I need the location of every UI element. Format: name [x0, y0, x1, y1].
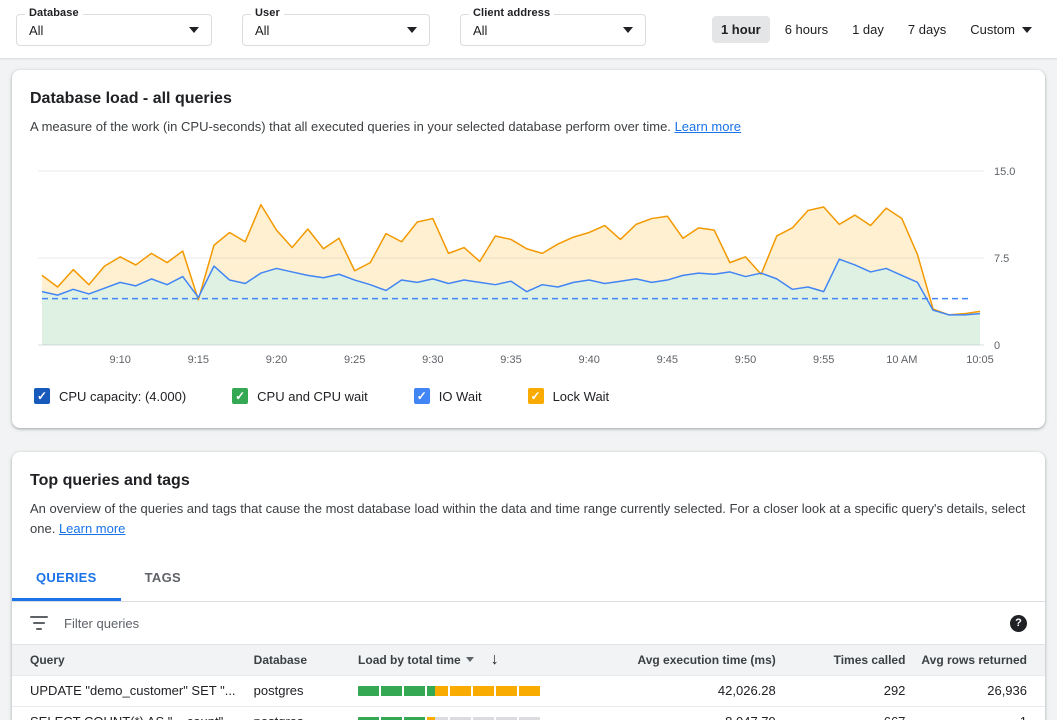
time-range-custom-label: Custom	[970, 22, 1015, 37]
chevron-down-icon	[1022, 27, 1032, 33]
legend-io-wait[interactable]: ✓ IO Wait	[414, 388, 482, 404]
queries-table: Query Database Load by total time ↓ Avg …	[12, 645, 1045, 720]
queries-tabs: QUERIES TAGS	[12, 557, 1045, 602]
chevron-down-icon	[623, 27, 633, 33]
client-address-filter-label: Client address	[469, 7, 554, 19]
time-range-selector: 1 hour 6 hours 1 day 7 days Custom	[712, 16, 1041, 43]
legend-label: Lock Wait	[553, 389, 610, 404]
load-cell	[350, 675, 588, 706]
svg-text:9:10: 9:10	[109, 354, 130, 366]
avg-execution-time-cell: 42,026.28	[588, 675, 784, 706]
column-header-avg-execution-time: Avg execution time (ms)	[588, 645, 784, 675]
svg-text:9:30: 9:30	[422, 354, 443, 366]
svg-text:9:40: 9:40	[578, 354, 599, 366]
column-header-load-by-total-time: Load by total time ↓	[350, 645, 588, 675]
column-header-avg-rows-returned: Avg rows returned	[913, 645, 1045, 675]
sort-descending-icon[interactable]: ↓	[491, 651, 499, 669]
time-range-6-hours[interactable]: 6 hours	[776, 16, 837, 43]
queries-card-description: An overview of the queries and tags that…	[30, 499, 1027, 539]
time-range-1-day[interactable]: 1 day	[843, 16, 893, 43]
database-filter-value: All	[29, 23, 43, 38]
query-cell: UPDATE "demo_customer" SET "...	[12, 675, 246, 706]
chevron-down-icon	[407, 27, 417, 33]
database-load-chart: 0 7.5 15.0 9:10 9:15 9:20 9:25 9:30 9:35 9:40 9:45…	[30, 159, 1030, 369]
legend-label: CPU capacity: (4.000)	[59, 389, 186, 404]
legend-label: IO Wait	[439, 389, 482, 404]
queries-learn-more-link[interactable]: Learn more	[59, 521, 125, 536]
query-filter-row: ?	[12, 602, 1045, 645]
database-load-card: Database load - all queries A measure of…	[12, 70, 1045, 428]
load-bar-cpu-segment	[358, 686, 435, 696]
time-range-1-hour[interactable]: 1 hour	[712, 16, 770, 43]
chevron-down-icon	[189, 27, 199, 33]
times-called-cell: 667	[784, 706, 914, 720]
svg-text:10 AM: 10 AM	[886, 354, 917, 366]
svg-text:9:50: 9:50	[735, 354, 756, 366]
tab-tags[interactable]: TAGS	[121, 557, 205, 601]
top-queries-card: Top queries and tags An overview of the …	[12, 452, 1045, 720]
time-range-7-days[interactable]: 7 days	[899, 16, 955, 43]
database-cell: postgres	[246, 706, 350, 720]
help-icon[interactable]: ?	[1010, 615, 1027, 632]
avg-rows-returned-cell: 1	[913, 706, 1045, 720]
load-bar-wait-segment	[435, 686, 542, 696]
svg-text:7.5: 7.5	[994, 253, 1009, 265]
load-column-label[interactable]: Load by total time	[358, 653, 461, 667]
load-card-title: Database load - all queries	[30, 90, 1027, 108]
filter-icon	[30, 616, 48, 630]
table-header-row: Query Database Load by total time ↓ Avg …	[12, 645, 1045, 675]
load-card-subtitle: A measure of the work (in CPU-seconds) t…	[30, 117, 1027, 137]
svg-text:15.0: 15.0	[994, 166, 1015, 178]
svg-text:9:35: 9:35	[500, 354, 521, 366]
checkbox-checked-icon[interactable]: ✓	[528, 388, 544, 404]
load-cell	[350, 706, 588, 720]
load-learn-more-link[interactable]: Learn more	[675, 119, 741, 134]
legend-lock-wait[interactable]: ✓ Lock Wait	[528, 388, 610, 404]
chart-legend: ✓ CPU capacity: (4.000) ✓ CPU and CPU wa…	[12, 374, 1045, 428]
svg-text:9:55: 9:55	[813, 354, 834, 366]
queries-card-description-text: An overview of the queries and tags that…	[30, 501, 1025, 536]
times-called-cell: 292	[784, 675, 914, 706]
time-range-custom[interactable]: Custom	[961, 16, 1041, 43]
query-row[interactable]: UPDATE "demo_customer" SET "... postgres…	[12, 675, 1045, 706]
load-card-subtitle-text: A measure of the work (in CPU-seconds) t…	[30, 119, 671, 134]
filter-queries-input[interactable]	[64, 616, 994, 631]
legend-label: CPU and CPU wait	[257, 389, 368, 404]
filter-toolbar: Database All User All Client address All…	[0, 0, 1057, 58]
checkbox-checked-icon[interactable]: ✓	[232, 388, 248, 404]
avg-rows-returned-cell: 26,936	[913, 675, 1045, 706]
avg-execution-time-cell: 8,047.79	[588, 706, 784, 720]
svg-text:9:20: 9:20	[266, 354, 287, 366]
tab-queries[interactable]: QUERIES	[12, 557, 121, 601]
database-load-chart-container: 0 7.5 15.0 9:10 9:15 9:20 9:25 9:30 9:35 9:40 9:45…	[12, 137, 1045, 374]
legend-cpu-and-cpu-wait[interactable]: ✓ CPU and CPU wait	[232, 388, 368, 404]
checkbox-checked-icon[interactable]: ✓	[414, 388, 430, 404]
column-header-query: Query	[12, 645, 246, 675]
checkbox-checked-icon[interactable]: ✓	[34, 388, 50, 404]
column-menu-caret-icon[interactable]	[466, 657, 474, 662]
svg-text:9:15: 9:15	[188, 354, 209, 366]
database-cell: postgres	[246, 675, 350, 706]
column-header-database: Database	[246, 645, 350, 675]
column-header-times-called: Times called	[784, 645, 914, 675]
svg-text:0: 0	[994, 340, 1000, 352]
queries-card-title: Top queries and tags	[30, 472, 1027, 490]
query-cell: SELECT COUNT(*) AS "__count" ...	[12, 706, 246, 720]
query-row[interactable]: SELECT COUNT(*) AS "__count" ... postgre…	[12, 706, 1045, 720]
legend-cpu-capacity[interactable]: ✓ CPU capacity: (4.000)	[34, 388, 186, 404]
load-bar	[358, 686, 542, 696]
database-filter: Database All	[16, 14, 212, 46]
svg-text:9:45: 9:45	[657, 354, 678, 366]
database-filter-label: Database	[25, 7, 83, 19]
client-address-filter: Client address All	[460, 14, 646, 46]
client-address-filter-value: All	[473, 23, 487, 38]
svg-text:10:05: 10:05	[966, 354, 994, 366]
user-filter-value: All	[255, 23, 269, 38]
svg-text:9:25: 9:25	[344, 354, 365, 366]
user-filter-label: User	[251, 7, 284, 19]
user-filter: User All	[242, 14, 430, 46]
